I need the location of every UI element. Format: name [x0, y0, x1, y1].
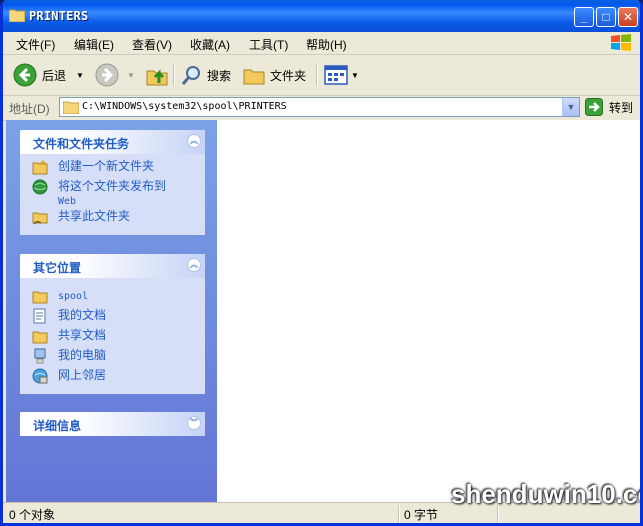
other-places-title: 其它位置 — [33, 261, 82, 275]
share-folder-icon — [32, 212, 48, 225]
status-size: 0 字节 — [404, 508, 439, 522]
place-network[interactable]: 网上邻居 — [20, 368, 205, 388]
search-label: 搜索 — [207, 68, 232, 83]
folders-label: 文件夹 — [270, 68, 307, 83]
up-folder-icon — [146, 69, 168, 86]
file-folder-tasks-panel: 文件和文件夹任务 ︽ 创建一个新文件夹 将这个文件夹发布到 Web 共享此文件夹 — [20, 130, 205, 235]
folder-icon — [9, 9, 25, 22]
forward-dropdown-icon: ▼ — [127, 70, 135, 80]
minimize-icon: _ — [580, 10, 588, 24]
details-title: 详细信息 — [33, 419, 82, 433]
folders-button[interactable]: 文件夹 — [243, 62, 306, 88]
forward-arrow-icon — [95, 63, 119, 87]
toolbar-separator — [173, 64, 175, 86]
menu-bar: 文件(F) 编辑(E) 查看(V) 收藏(A) 工具(T) 帮助(H) — [3, 32, 640, 55]
collapse-icon[interactable]: ︽ — [187, 134, 201, 148]
my-computer-icon — [34, 348, 46, 364]
other-places-header[interactable]: 其它位置 ︽ — [20, 254, 205, 278]
new-folder-icon — [32, 160, 48, 175]
menu-tools[interactable]: 工具(T) — [249, 36, 288, 53]
toolbar-separator — [316, 64, 318, 86]
folder-icon — [32, 291, 48, 304]
watermark-text: shenduwin10.com — [451, 479, 640, 509]
file-folder-tasks-header[interactable]: 文件和文件夹任务 ︽ — [20, 130, 205, 154]
other-places-panel: 其它位置 ︽ spool 我的文档 共享文档 我的电脑 网上邻居 — [20, 254, 205, 394]
place-my-documents-label: 我的文档 — [58, 308, 107, 322]
maximize-icon: □ — [602, 10, 610, 24]
go-label: 转到 — [609, 100, 634, 115]
place-my-computer-label: 我的电脑 — [58, 348, 107, 362]
globe-icon — [32, 179, 48, 195]
status-divider — [398, 505, 400, 522]
place-my-documents[interactable]: 我的文档 — [20, 308, 205, 328]
task-publish-web-label-suffix: Web — [58, 196, 77, 207]
close-icon: ✕ — [622, 10, 634, 24]
up-folder-button[interactable] — [145, 62, 169, 88]
address-path: C:\WINDOWS\system32\spool\PRINTERS — [82, 101, 287, 112]
place-my-computer[interactable]: 我的电脑 — [20, 348, 205, 368]
go-button[interactable]: 转到 — [585, 98, 633, 116]
task-publish-web[interactable]: 将这个文件夹发布到 Web — [20, 179, 205, 209]
details-panel: 详细信息 ︾ — [20, 412, 205, 436]
views-icon — [324, 65, 348, 85]
windows-logo-icon — [611, 34, 631, 51]
task-share-folder-label: 共享此文件夹 — [58, 209, 131, 223]
back-dropdown-icon[interactable]: ▼ — [76, 71, 84, 80]
task-share-folder[interactable]: 共享此文件夹 — [20, 209, 205, 229]
place-network-label: 网上邻居 — [58, 368, 107, 382]
go-arrow-icon — [585, 98, 603, 116]
file-folder-tasks-title: 文件和文件夹任务 — [33, 137, 130, 151]
back-label: 后退 — [42, 68, 67, 83]
minimize-button[interactable]: _ — [574, 7, 594, 27]
menu-file[interactable]: 文件(F) — [16, 36, 55, 53]
folders-icon — [243, 69, 265, 85]
place-spool[interactable]: spool — [20, 288, 205, 308]
maximize-button[interactable]: □ — [596, 7, 616, 27]
place-shared-documents-label: 共享文档 — [58, 328, 107, 342]
explorer-window: PRINTERS _ □ ✕ 文件(F) 编辑(E) 查看(V) 收藏(A) 工… — [0, 0, 643, 526]
my-documents-icon — [33, 308, 46, 324]
status-object-count: 0 个对象 — [9, 508, 56, 522]
menu-help[interactable]: 帮助(H) — [306, 36, 347, 53]
collapse-icon[interactable]: ︽ — [187, 258, 201, 272]
expand-icon[interactable]: ︾ — [187, 416, 201, 430]
chevron-down-icon: ▼ — [566, 102, 576, 112]
title-bar[interactable]: PRINTERS _ □ ✕ — [3, 0, 640, 32]
menu-view[interactable]: 查看(V) — [132, 36, 172, 53]
details-header[interactable]: 详细信息 ︾ — [20, 412, 205, 436]
task-pane: 文件和文件夹任务 ︽ 创建一个新文件夹 将这个文件夹发布到 Web 共享此文件夹 — [6, 120, 217, 502]
network-places-icon — [32, 368, 48, 384]
menu-favorites[interactable]: 收藏(A) — [190, 36, 230, 53]
address-label: 地址(D) — [9, 102, 50, 116]
folder-icon — [63, 101, 79, 114]
address-bar: 地址(D) C:\WINDOWS\system32\spool\PRINTERS… — [3, 96, 640, 121]
back-arrow-icon — [13, 63, 37, 87]
task-new-folder-label: 创建一个新文件夹 — [58, 159, 155, 173]
place-spool-label: spool — [58, 291, 89, 302]
window-title: PRINTERS — [29, 9, 89, 23]
shared-documents-icon — [32, 331, 48, 344]
menu-edit[interactable]: 编辑(E) — [74, 36, 114, 53]
views-dropdown-icon: ▼ — [351, 70, 359, 80]
search-icon — [181, 66, 200, 85]
file-list-area[interactable] — [217, 120, 640, 502]
forward-button[interactable]: ▼ — [95, 62, 135, 88]
close-button[interactable]: ✕ — [618, 7, 638, 27]
toolbar: 后退 ▼ ▼ 搜索 文件夹 ▼ — [3, 55, 640, 96]
address-dropdown-button[interactable]: ▼ — [562, 98, 579, 116]
task-new-folder[interactable]: 创建一个新文件夹 — [20, 159, 205, 179]
task-publish-web-label: 将这个文件夹发布到 — [58, 179, 167, 193]
back-button[interactable]: 后退 ▼ — [13, 62, 84, 88]
place-shared-documents[interactable]: 共享文档 — [20, 328, 205, 348]
address-input[interactable]: C:\WINDOWS\system32\spool\PRINTERS ▼ — [59, 97, 580, 117]
search-button[interactable]: 搜索 — [181, 62, 231, 88]
views-button[interactable]: ▼ — [324, 62, 359, 88]
